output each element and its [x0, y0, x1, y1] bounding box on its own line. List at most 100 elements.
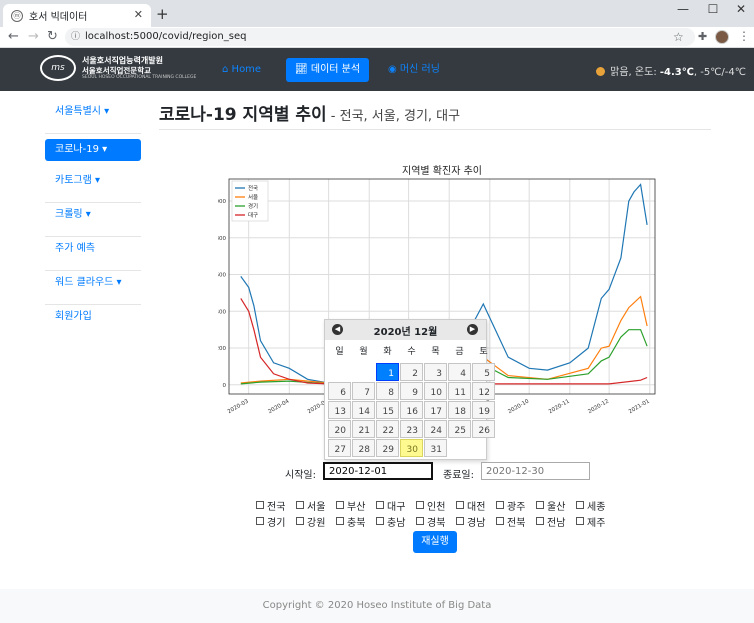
sidebar-item-crawling[interactable]: 크롤링 ▾	[45, 203, 141, 237]
checkbox-icon[interactable]	[456, 501, 464, 509]
calendar-day[interactable]: 25	[448, 420, 471, 438]
forward-icon[interactable]: →	[28, 29, 39, 44]
checkbox-icon[interactable]	[256, 501, 264, 509]
checkbox-icon[interactable]	[456, 517, 464, 525]
browser-tab[interactable]: ⓜ 호서 빅데이터 ✕	[3, 4, 151, 27]
calendar-day[interactable]: 21	[352, 420, 375, 438]
calendar-day[interactable]: 16	[400, 401, 423, 419]
region-checkbox[interactable]: 경남	[456, 513, 496, 529]
end-date-input[interactable]	[481, 462, 590, 480]
bookmark-star-icon[interactable]: ☆	[673, 30, 684, 44]
sidebar-item-seoul[interactable]: 서울특별시 ▾	[45, 100, 141, 134]
maximize-icon[interactable]: ☐	[698, 2, 728, 16]
calendar-day[interactable]: 30	[400, 439, 423, 457]
calendar-day[interactable]: 9	[400, 382, 423, 400]
back-icon[interactable]: ←	[8, 29, 19, 44]
extensions-icon[interactable]: ✚	[698, 30, 707, 43]
calendar-day[interactable]: 5	[472, 363, 495, 381]
window-close-icon[interactable]: ✕	[726, 2, 754, 16]
region-checkbox[interactable]: 경기	[256, 513, 296, 529]
region-checkbox[interactable]: 대구	[376, 497, 416, 513]
calendar-day[interactable]: 18	[448, 401, 471, 419]
checkbox-icon[interactable]	[336, 517, 344, 525]
checkbox-icon[interactable]	[536, 501, 544, 509]
calendar-day[interactable]: 31	[424, 439, 447, 457]
calendar-day[interactable]: 28	[352, 439, 375, 457]
nav-home[interactable]: ⌂ Home	[213, 58, 270, 82]
calendar-day[interactable]: 23	[400, 420, 423, 438]
region-checkbox[interactable]: 대전	[456, 497, 496, 513]
calendar-day[interactable]: 7	[352, 382, 375, 400]
calendar-day[interactable]: 24	[424, 420, 447, 438]
sidebar-item-stock-prediction[interactable]: 주가 예측	[45, 237, 141, 271]
browser-menu-icon[interactable]: ⋮	[738, 29, 750, 43]
checkbox-icon[interactable]	[416, 517, 424, 525]
datepicker-popup: ◀ 2020년 12월 ▶ 일 월 화 수 목 금 토 1 2 3 4 5 6 7 8 9 10 11 12 13 14…	[324, 319, 495, 460]
checkbox-icon[interactable]	[416, 501, 424, 509]
region-checkbox[interactable]: 서울	[296, 497, 336, 513]
calendar-day[interactable]: 19	[472, 401, 495, 419]
calendar-day[interactable]: 1	[376, 363, 399, 381]
checkbox-icon[interactable]	[256, 517, 264, 525]
rerun-button[interactable]: 재실행	[413, 531, 457, 553]
sidebar-item-cartogram[interactable]: 카토그램 ▾	[45, 169, 141, 203]
nav-machine-learning[interactable]: ◉ 머신 러닝	[379, 58, 449, 82]
checkbox-icon[interactable]	[376, 517, 384, 525]
nav-data-analysis[interactable]: 📈︎ 데이터 분석	[286, 58, 370, 82]
calendar-day[interactable]: 8	[376, 382, 399, 400]
checkbox-icon[interactable]	[536, 517, 544, 525]
region-checkbox[interactable]: 제주	[576, 513, 616, 529]
checkbox-icon[interactable]	[576, 517, 584, 525]
region-checkbox[interactable]: 광주	[496, 497, 536, 513]
close-tab-icon[interactable]: ✕	[134, 8, 143, 21]
new-tab-icon[interactable]: +	[156, 5, 169, 23]
calendar-day[interactable]: 4	[448, 363, 471, 381]
calendar-day[interactable]: 6	[328, 382, 351, 400]
checkbox-icon[interactable]	[496, 517, 504, 525]
region-checkbox[interactable]: 전남	[536, 513, 576, 529]
prev-month-icon[interactable]: ◀	[332, 324, 343, 335]
calendar-day[interactable]: 26	[472, 420, 495, 438]
calendar-day[interactable]: 10	[424, 382, 447, 400]
region-checkbox[interactable]: 인천	[416, 497, 456, 513]
sidebar-item-word-cloud[interactable]: 워드 클라우드 ▾	[45, 271, 141, 305]
checkbox-icon[interactable]	[296, 517, 304, 525]
sidebar-item-covid19[interactable]: 코로나-19 ▾	[45, 139, 141, 161]
checkbox-icon[interactable]	[496, 501, 504, 509]
region-checkbox[interactable]: 세종	[576, 497, 616, 513]
next-month-icon[interactable]: ▶	[467, 324, 478, 335]
region-checkbox[interactable]: 전국	[256, 497, 296, 513]
reload-icon[interactable]: ↻	[47, 29, 58, 44]
calendar-day[interactable]: 12	[472, 382, 495, 400]
calendar-day[interactable]: 13	[328, 401, 351, 419]
checkbox-icon[interactable]	[576, 501, 584, 509]
profile-avatar[interactable]	[715, 30, 729, 44]
site-logo[interactable]: ms 서울호서직업능력개발원 서울호서직업전문학교 SEOUL HOSEO OC…	[40, 55, 196, 81]
calendar-day[interactable]: 27	[328, 439, 351, 457]
region-checkbox[interactable]: 부산	[336, 497, 376, 513]
calendar-day[interactable]: 20	[328, 420, 351, 438]
calendar-day[interactable]: 17	[424, 401, 447, 419]
region-checkbox[interactable]: 충남	[376, 513, 416, 529]
start-date-input[interactable]	[323, 462, 433, 480]
checkbox-icon[interactable]	[296, 501, 304, 509]
checkbox-icon[interactable]	[376, 501, 384, 509]
region-checkbox[interactable]: 전북	[496, 513, 536, 529]
calendar-day[interactable]: 3	[424, 363, 447, 381]
sidebar-item-signup[interactable]: 회원가입	[45, 305, 141, 339]
site-info-icon[interactable]: ⓘ	[71, 28, 80, 46]
region-checkbox[interactable]: 강원	[296, 513, 336, 529]
url-input[interactable]: ⓘ localhost:5000/covid/region_seq	[65, 28, 695, 46]
calendar-day[interactable]: 15	[376, 401, 399, 419]
calendar-day[interactable]: 11	[448, 382, 471, 400]
calendar-day[interactable]: 2	[400, 363, 423, 381]
calendar-day[interactable]: 14	[352, 401, 375, 419]
region-checkbox[interactable]: 충북	[336, 513, 376, 529]
chart-icon: 📈︎	[295, 64, 308, 75]
checkbox-icon[interactable]	[336, 501, 344, 509]
region-checkbox[interactable]: 경북	[416, 513, 456, 529]
region-checkbox[interactable]: 울산	[536, 497, 576, 513]
calendar-day[interactable]: 29	[376, 439, 399, 457]
minimize-icon[interactable]: —	[668, 2, 698, 16]
calendar-day[interactable]: 22	[376, 420, 399, 438]
